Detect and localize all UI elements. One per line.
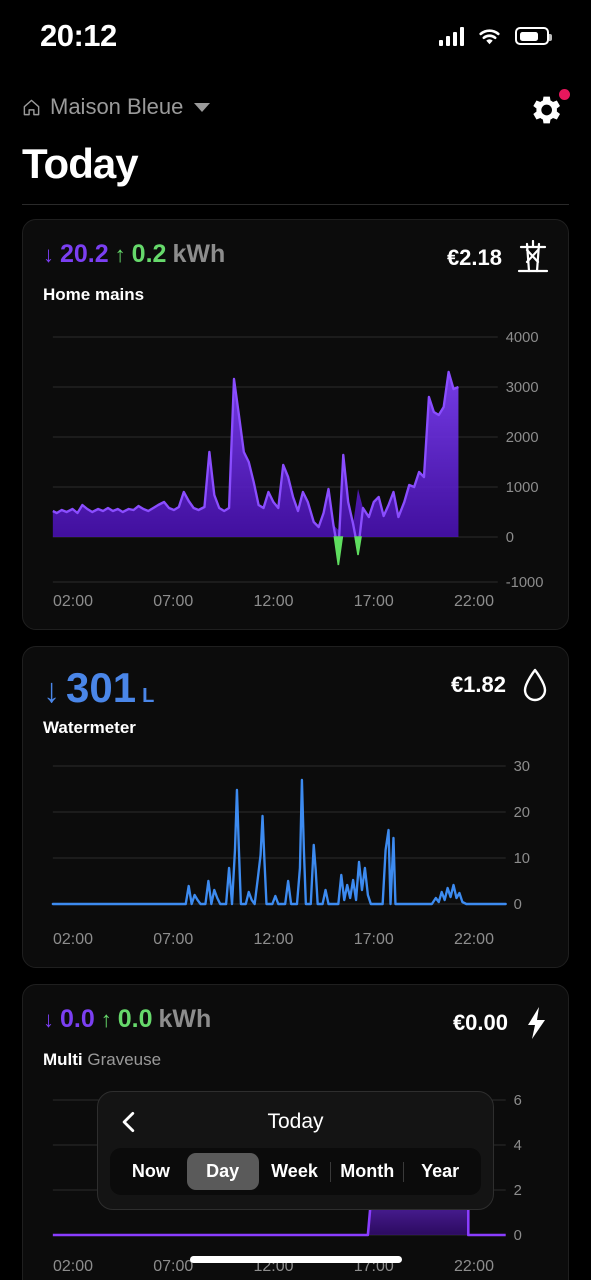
period-option-month[interactable]: Month bbox=[331, 1153, 403, 1190]
xtick: 17:00 bbox=[353, 931, 394, 948]
up-arrow-icon: ↑ bbox=[114, 242, 126, 267]
status-time: 20:12 bbox=[40, 18, 117, 53]
price-home-mains: €2.18 bbox=[446, 245, 502, 270]
xtick: 17:00 bbox=[353, 593, 394, 610]
status-bar: 20:12 bbox=[0, 0, 591, 72]
price-watermeter: €1.82 bbox=[450, 672, 506, 697]
notification-badge bbox=[559, 89, 570, 100]
svg-text:0: 0 bbox=[506, 530, 514, 546]
price-multi-graveuse: €0.00 bbox=[452, 1010, 508, 1035]
card-subtitle-main: Home mains bbox=[43, 285, 145, 304]
production-value: 0.0 bbox=[117, 1005, 153, 1033]
page-title: Today bbox=[22, 140, 139, 187]
unit-label: kWh bbox=[158, 1005, 212, 1033]
svg-text:3000: 3000 bbox=[506, 380, 539, 396]
xtick: 07:00 bbox=[153, 1258, 194, 1275]
water-drop-icon bbox=[523, 668, 547, 702]
svg-text:0: 0 bbox=[514, 897, 522, 913]
xtick: 22:00 bbox=[453, 593, 494, 610]
chart-home-mains[interactable]: 4000 3000 2000 1000 0 -1000 02:00 07:00 … bbox=[43, 317, 550, 619]
svg-text:1000: 1000 bbox=[506, 480, 539, 496]
card-subtitle-dim: Graveuse bbox=[87, 1050, 162, 1069]
lightning-bolt-icon bbox=[528, 1007, 545, 1039]
period-segmented-control: Now Day Week Month Year bbox=[110, 1148, 481, 1195]
chart-watermeter[interactable]: 30 20 10 0 02:00 07:00 12:00 17:00 22:00 bbox=[43, 750, 550, 957]
card-watermeter[interactable]: ↓ 301 L €1.82 Watermeter 30 20 10 0 02:0… bbox=[22, 646, 569, 968]
xtick: 07:00 bbox=[153, 593, 194, 610]
xtick: 22:00 bbox=[453, 931, 494, 948]
app-screen: 20:12 Maison Bleue Today ↓ 20.2 ↑ 0.2 kW… bbox=[0, 0, 591, 1280]
svg-text:4000: 4000 bbox=[506, 330, 539, 346]
xtick: 22:00 bbox=[453, 1258, 494, 1275]
xtick: 02:00 bbox=[53, 593, 94, 610]
consumption-value: 0.0 bbox=[60, 1005, 95, 1033]
period-option-day[interactable]: Day bbox=[186, 1153, 259, 1190]
up-arrow-icon: ↑ bbox=[100, 1007, 112, 1032]
svg-text:0: 0 bbox=[514, 1228, 522, 1244]
wifi-icon bbox=[479, 28, 500, 44]
down-arrow-icon: ↓ bbox=[43, 672, 60, 710]
xtick: 12:00 bbox=[253, 931, 294, 948]
card-subtitle-home-mains: Home mains bbox=[43, 285, 550, 305]
home-indicator[interactable] bbox=[189, 1256, 402, 1263]
xtick: 07:00 bbox=[153, 931, 194, 948]
consumption-value: 20.2 bbox=[60, 240, 109, 268]
home-name: Maison Bleue bbox=[50, 94, 184, 119]
unit-label: kWh bbox=[172, 240, 226, 268]
svg-text:6: 6 bbox=[514, 1093, 522, 1109]
unit-label: L bbox=[142, 685, 155, 707]
xtick: 02:00 bbox=[53, 1258, 94, 1275]
svg-text:-1000: -1000 bbox=[506, 575, 544, 587]
xtick: 02:00 bbox=[53, 931, 94, 948]
page-header: Maison Bleue Today bbox=[0, 72, 591, 188]
battery-icon bbox=[515, 27, 552, 45]
svg-text:10: 10 bbox=[514, 851, 530, 867]
metrics-home-mains: ↓ 20.2 ↑ 0.2 kWh bbox=[43, 240, 225, 269]
card-subtitle-main: Watermeter bbox=[43, 718, 136, 737]
sheet-title: Today bbox=[267, 1110, 324, 1133]
settings-button[interactable] bbox=[525, 89, 570, 134]
production-value: 0.2 bbox=[131, 240, 167, 268]
card-home-mains[interactable]: ↓ 20.2 ↑ 0.2 kWh €2.18 Home mains 4000 3… bbox=[22, 219, 569, 630]
power-pylon-icon bbox=[517, 240, 549, 273]
svg-text:4: 4 bbox=[514, 1138, 522, 1154]
card-subtitle-multi-graveuse: Multi Graveuse bbox=[43, 1050, 550, 1070]
period-option-week[interactable]: Week bbox=[259, 1153, 331, 1190]
metrics-watermeter: ↓ 301 L bbox=[43, 667, 154, 709]
period-option-year[interactable]: Year bbox=[404, 1153, 476, 1190]
svg-text:2: 2 bbox=[514, 1183, 522, 1199]
svg-text:20: 20 bbox=[514, 805, 530, 821]
xtick: 12:00 bbox=[253, 593, 294, 610]
water-value: 301 bbox=[66, 664, 137, 711]
svg-text:2000: 2000 bbox=[506, 430, 539, 446]
period-selector-sheet: Today Now Day Week Month Year bbox=[97, 1091, 494, 1210]
card-subtitle-watermeter: Watermeter bbox=[43, 718, 550, 738]
down-arrow-icon: ↓ bbox=[43, 1007, 54, 1032]
xaxis-watermeter: 02:00 07:00 12:00 17:00 22:00 bbox=[43, 925, 550, 957]
down-arrow-icon: ↓ bbox=[43, 242, 54, 267]
svg-text:30: 30 bbox=[514, 759, 530, 775]
card-subtitle-main: Multi bbox=[43, 1050, 83, 1069]
cellular-signal-icon bbox=[438, 26, 464, 46]
metrics-multi-graveuse: ↓ 0.0 ↑ 0.0 kWh bbox=[43, 1005, 211, 1034]
home-selector[interactable]: Maison Bleue bbox=[22, 94, 211, 120]
chevron-down-icon bbox=[194, 102, 211, 112]
xaxis-home-mains: 02:00 07:00 12:00 17:00 22:00 bbox=[43, 587, 550, 619]
home-icon bbox=[23, 99, 40, 115]
period-option-now[interactable]: Now bbox=[115, 1153, 187, 1190]
